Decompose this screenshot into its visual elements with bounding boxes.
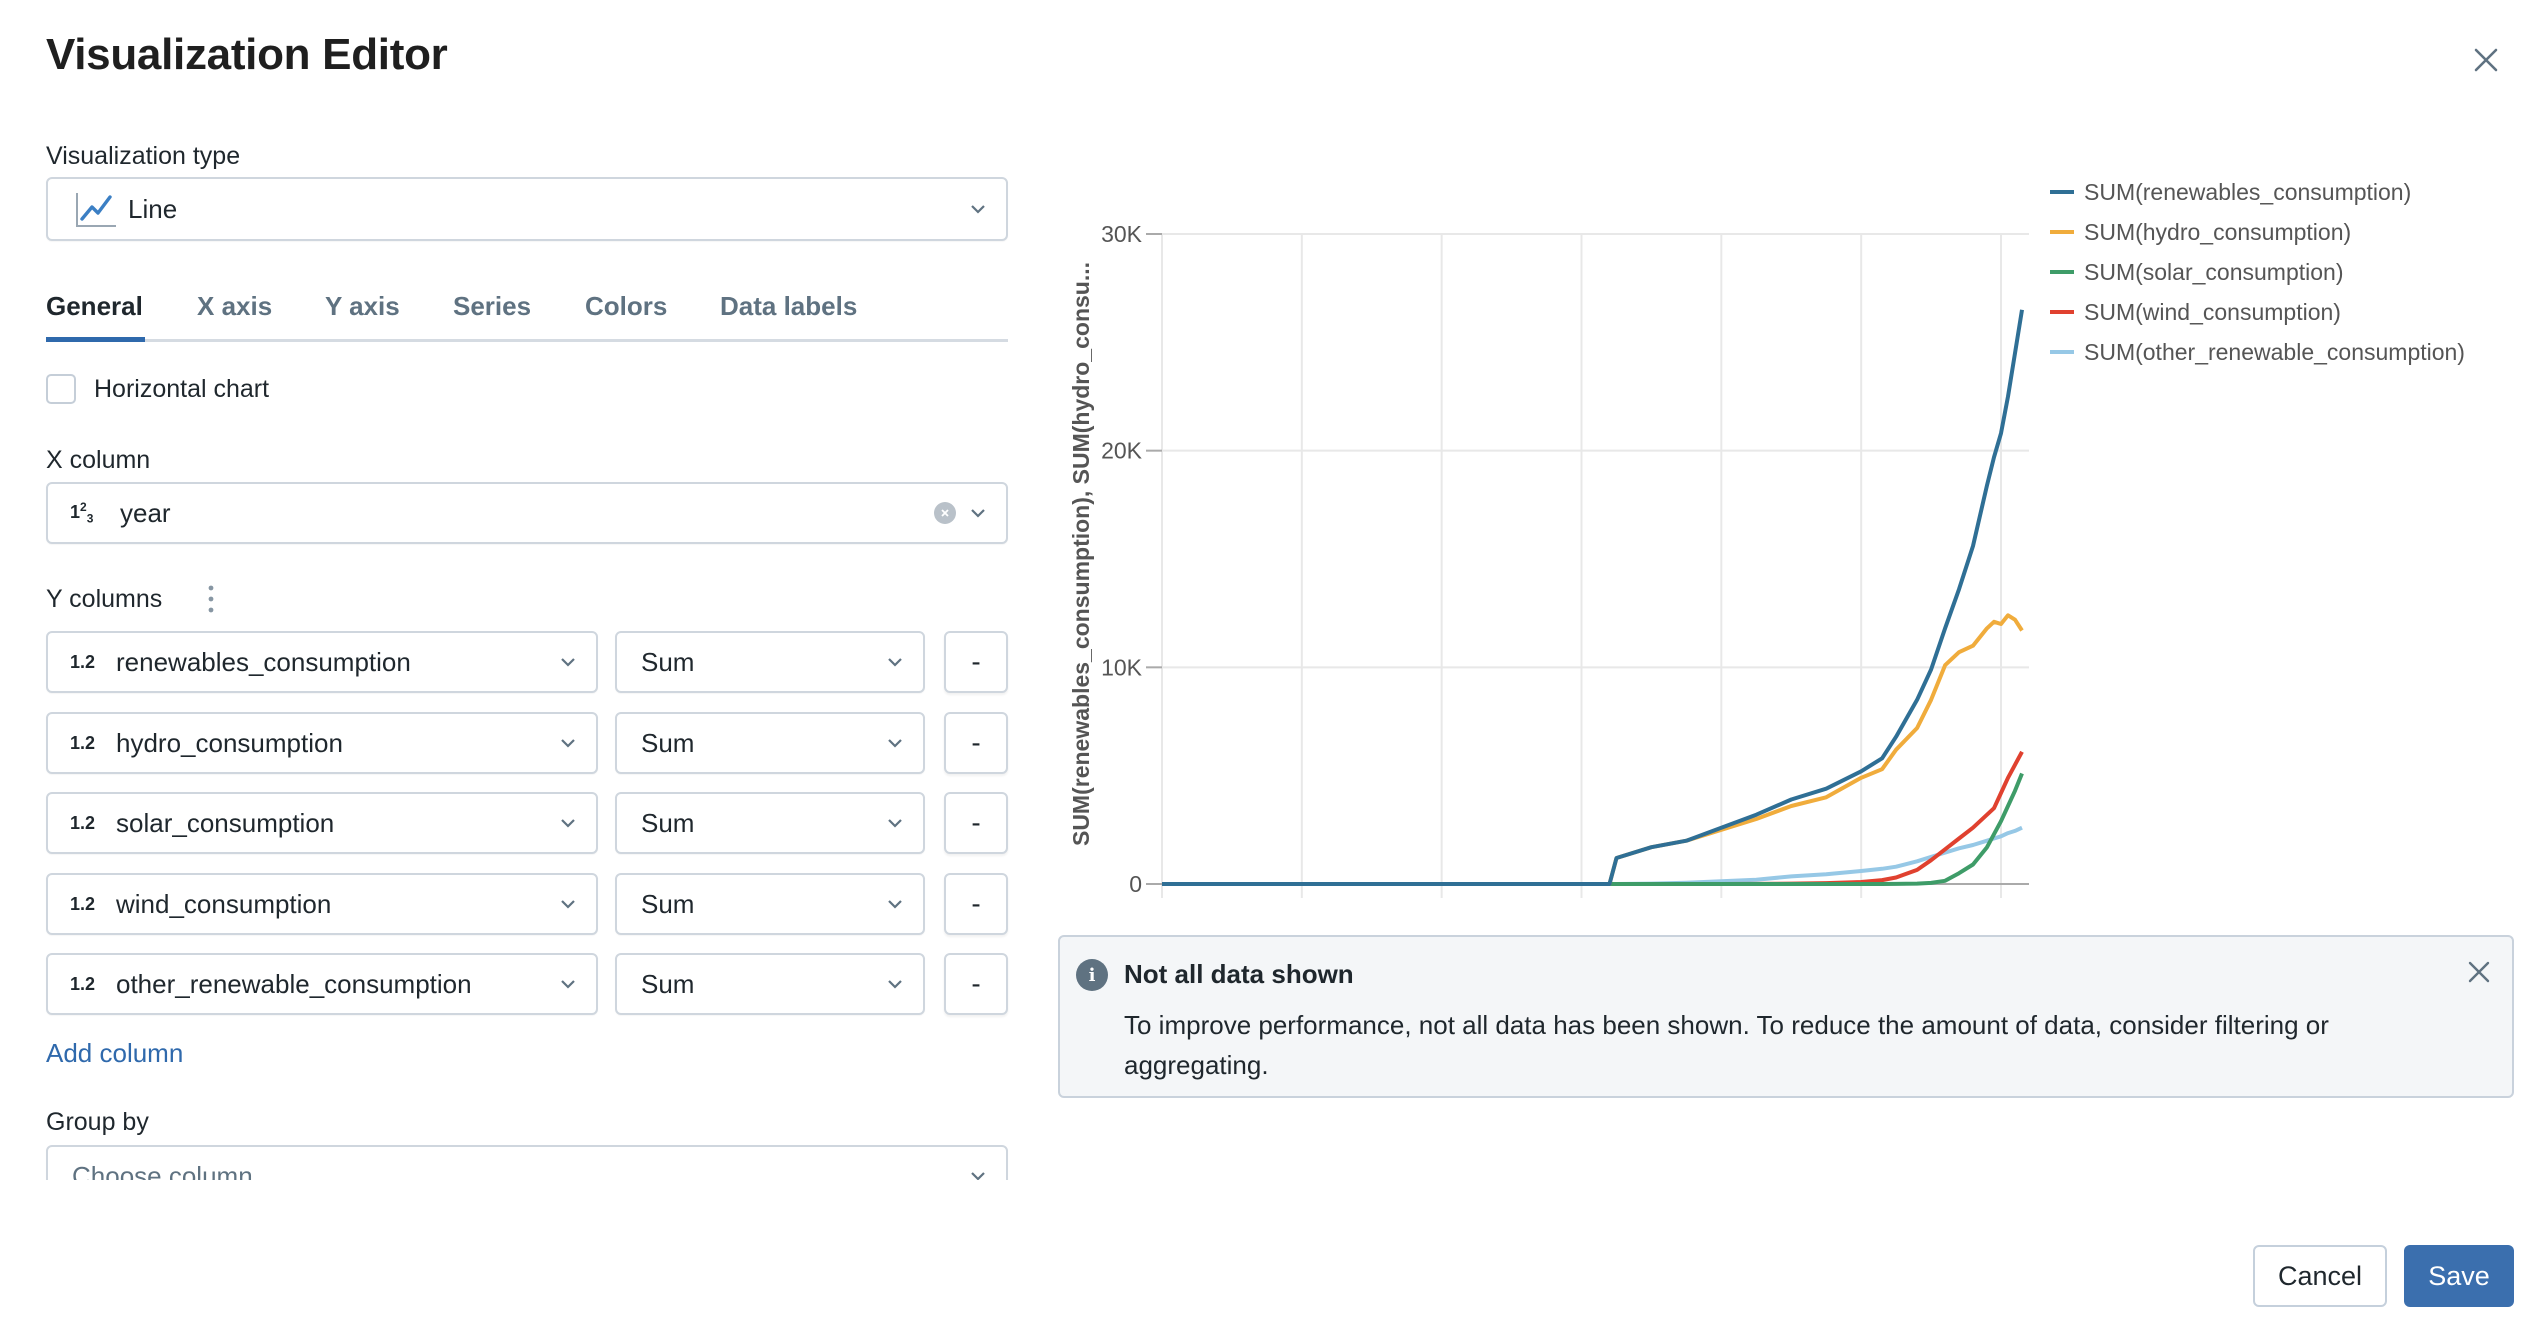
chevron-down-icon xyxy=(561,900,575,909)
y-columns-label: Y columns xyxy=(46,585,163,613)
aggregation-value: Sum xyxy=(641,727,695,758)
legend-label: SUM(renewables_consumption) xyxy=(2084,179,2411,205)
chevron-down-icon xyxy=(561,739,575,748)
line-chart-icon xyxy=(74,191,118,227)
x-tick-label: 1980 xyxy=(1696,919,1747,920)
line-chart: 010K20K30K 1900192019401960198020002020 … xyxy=(1068,179,2465,920)
viz-type-value: Line xyxy=(128,193,178,224)
dialog-title: Visualization Editor xyxy=(46,30,448,79)
remove-column-button[interactable]: - xyxy=(944,631,1008,693)
scroll-clip-mask xyxy=(0,1180,1040,1340)
tab-x-axis[interactable]: X axis xyxy=(197,291,272,322)
active-tab-indicator xyxy=(46,337,145,342)
x-tick-label: 2020 xyxy=(1975,919,2026,920)
group-by-label: Group by xyxy=(46,1108,149,1136)
series-line xyxy=(1162,750,2024,886)
x-column-label: X column xyxy=(46,446,151,474)
y-column-value: other_renewable_consumption xyxy=(116,968,472,999)
info-icon: i xyxy=(1076,959,1108,991)
y-column-value: solar_consumption xyxy=(116,807,335,838)
tab-data-labels[interactable]: Data labels xyxy=(720,291,857,322)
series-line xyxy=(1162,613,2024,886)
not-all-data-notice: i Not all data shown To improve performa… xyxy=(1058,935,2514,1098)
notice-title: Not all data shown xyxy=(1124,959,1354,989)
x-tick-label: 1940 xyxy=(1416,919,1467,920)
horizontal-chart-label: Horizontal chart xyxy=(94,375,270,403)
decimal-type-icon: 1.2 xyxy=(70,651,96,672)
chevron-down-icon xyxy=(561,980,575,989)
notice-close-button[interactable] xyxy=(2464,957,2494,987)
aggregation-value: Sum xyxy=(641,807,695,838)
close-icon xyxy=(2468,961,2490,983)
chevron-down-icon xyxy=(561,819,575,828)
aggregation-value: Sum xyxy=(641,646,695,677)
legend-label: SUM(solar_consumption) xyxy=(2084,259,2343,285)
cancel-button[interactable]: Cancel xyxy=(2253,1245,2387,1307)
legend-label: SUM(other_renewable_consumption) xyxy=(2084,339,2465,365)
chevron-down-icon xyxy=(971,205,985,214)
y-column-select[interactable]: 1.2 wind_consumption xyxy=(46,873,598,935)
y-column-select[interactable]: 1.2 renewables_consumption xyxy=(46,631,598,693)
y-tick-label: 20K xyxy=(1101,438,1143,464)
y-tick-label: 0 xyxy=(1129,871,1142,897)
chevron-down-icon xyxy=(888,819,902,828)
aggregation-select[interactable]: Sum xyxy=(615,792,925,854)
decimal-type-icon: 1.2 xyxy=(70,812,96,833)
y-tick-label: 30K xyxy=(1101,221,1143,247)
y-tick-label: 10K xyxy=(1101,654,1143,680)
close-icon xyxy=(2474,48,2498,72)
horizontal-chart-checkbox[interactable] xyxy=(46,374,76,404)
y-column-select[interactable]: 1.2 other_renewable_consumption xyxy=(46,953,598,1015)
integer-type-icon: 123 xyxy=(70,500,94,526)
y-column-value: hydro_consumption xyxy=(116,727,343,758)
chevron-down-icon xyxy=(888,980,902,989)
x-tick-label: 1920 xyxy=(1276,919,1327,920)
decimal-type-icon: 1.2 xyxy=(70,732,96,753)
y-columns-more-icon[interactable] xyxy=(204,583,218,615)
tab-series[interactable]: Series xyxy=(453,291,531,322)
aggregation-select[interactable]: Sum xyxy=(615,631,925,693)
add-column-link[interactable]: Add column xyxy=(46,1038,183,1069)
save-button[interactable]: Save xyxy=(2404,1245,2514,1307)
x-tick-label: 1900 xyxy=(1136,919,1187,920)
remove-column-button[interactable]: - xyxy=(944,873,1008,935)
chevron-down-icon xyxy=(888,739,902,748)
clear-icon[interactable] xyxy=(934,502,956,524)
x-tick-label: 2000 xyxy=(1836,919,1887,920)
y-axis-title: SUM(renewables_consumption), SUM(hydro_c… xyxy=(1068,262,1094,846)
notice-body: To improve performance, not all data has… xyxy=(1124,1010,2329,1080)
tab-y-axis[interactable]: Y axis xyxy=(325,291,400,322)
series-line xyxy=(1162,825,2023,886)
aggregation-select[interactable]: Sum xyxy=(615,873,925,935)
legend-label: SUM(hydro_consumption) xyxy=(2084,219,2351,245)
series-line xyxy=(1162,309,2024,886)
chevron-down-icon xyxy=(971,509,985,518)
tab-general[interactable]: General xyxy=(46,291,143,322)
x-tick-label: 1960 xyxy=(1556,919,1607,920)
x-column-select[interactable]: 123 year xyxy=(46,482,1008,544)
aggregation-value: Sum xyxy=(641,888,695,919)
aggregation-select[interactable]: Sum xyxy=(615,953,925,1015)
decimal-type-icon: 1.2 xyxy=(70,973,96,994)
tab-colors[interactable]: Colors xyxy=(585,291,667,322)
chevron-down-icon xyxy=(888,900,902,909)
chevron-down-icon xyxy=(888,658,902,667)
aggregation-value: Sum xyxy=(641,968,695,999)
viz-type-label: Visualization type xyxy=(46,142,241,170)
editor-tabs: General X axis Y axis Series Colors Data… xyxy=(46,285,1008,342)
y-column-value: wind_consumption xyxy=(116,888,332,919)
chevron-down-icon xyxy=(561,658,575,667)
y-column-select[interactable]: 1.2 solar_consumption xyxy=(46,792,598,854)
x-column-value: year xyxy=(120,497,171,528)
y-column-value: renewables_consumption xyxy=(116,646,411,677)
remove-column-button[interactable]: - xyxy=(944,953,1008,1015)
remove-column-button[interactable]: - xyxy=(944,792,1008,854)
close-button[interactable] xyxy=(2470,44,2502,76)
viz-type-select[interactable]: Line xyxy=(46,177,1008,241)
remove-column-button[interactable]: - xyxy=(944,712,1008,774)
y-column-select[interactable]: 1.2 hydro_consumption xyxy=(46,712,598,774)
aggregation-select[interactable]: Sum xyxy=(615,712,925,774)
legend-label: SUM(wind_consumption) xyxy=(2084,299,2341,325)
decimal-type-icon: 1.2 xyxy=(70,893,96,914)
